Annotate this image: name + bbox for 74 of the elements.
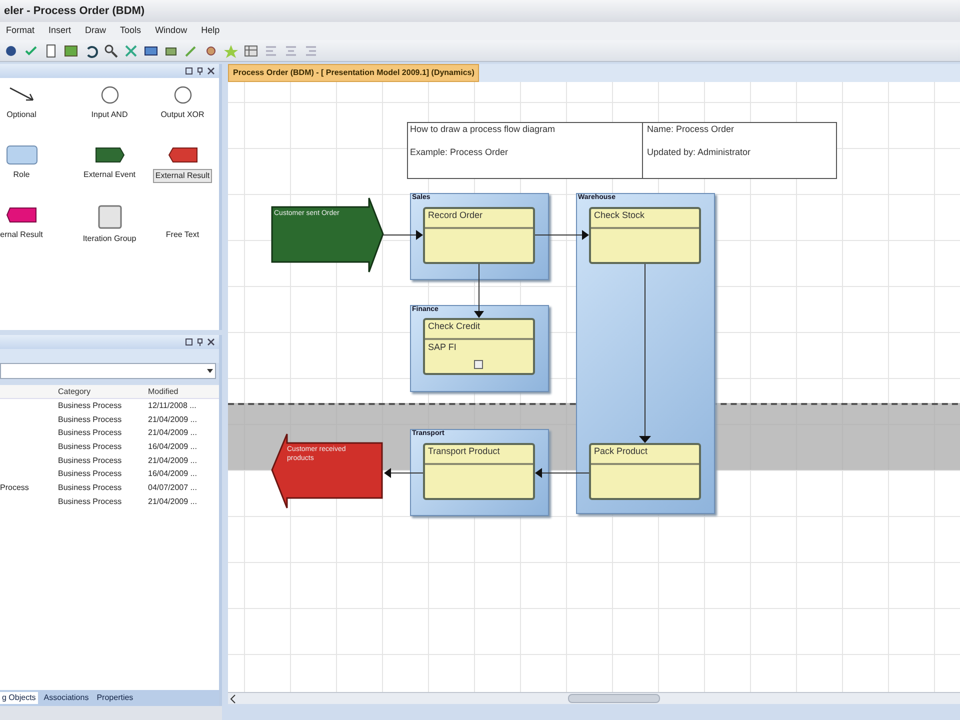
table-cell: 12/11/2008 ... (148, 400, 196, 412)
table-cell: 21/04/2009 ... (148, 496, 197, 508)
table-cell: 21/04/2009 ... (148, 427, 197, 440)
palette-item[interactable]: External Event (82, 169, 137, 181)
table-cell: 16/04/2009 ... (148, 468, 197, 480)
menu-item[interactable]: Help (201, 24, 220, 38)
table-cell-text: Business Process (58, 496, 123, 508)
close-icon[interactable] (207, 338, 215, 346)
connector-arrow (382, 230, 423, 240)
palette-item[interactable]: Output XOR (160, 109, 206, 121)
circle-icon (172, 84, 194, 106)
menu-item[interactable]: Window (155, 24, 188, 38)
restore-icon[interactable] (185, 338, 193, 346)
connector-arrow (535, 468, 590, 478)
table-cell-text: Business Process (58, 482, 123, 494)
document-icon[interactable] (44, 44, 58, 58)
activity-name: Check Credit (425, 320, 533, 340)
restore-icon[interactable] (185, 67, 193, 75)
title-block-text: How to draw a process flow diagram (410, 124, 556, 135)
panel-tab[interactable]: g Objects (0, 692, 38, 704)
circle-icon[interactable] (4, 44, 18, 58)
table-cell: 16/04/2009 ... (148, 440, 197, 453)
table-cell-text: Business Process (58, 427, 123, 440)
close-icon[interactable] (207, 67, 215, 75)
activity-name: Check Stock (591, 209, 699, 229)
title-block-text: Name: Process Order (647, 124, 736, 135)
palette-item[interactable]: ernal Result (0, 229, 44, 241)
activity-name: Pack Product (591, 445, 699, 465)
column-header[interactable]: Category (58, 386, 148, 398)
activity-system: SAP FI (427, 341, 458, 354)
table-cell-text: Business Process (58, 440, 123, 453)
table-cell: 21/04/2009 ... (148, 414, 197, 426)
connector-arrow (534, 230, 589, 240)
palette-item[interactable]: Role (12, 169, 31, 181)
check-icon[interactable] (24, 44, 38, 58)
table-cell: 21/04/2009 ... (148, 454, 197, 467)
activity-name: Record Order (425, 209, 533, 229)
panel-tab[interactable]: Properties (94, 692, 136, 704)
scroll-left-icon[interactable] (228, 694, 238, 704)
table-cell-text: Business Process (58, 400, 123, 412)
menu-item[interactable]: Insert (48, 24, 72, 38)
square-icon (96, 204, 122, 230)
pin-icon[interactable] (196, 67, 204, 75)
circle-icon (98, 84, 120, 106)
table-cell-text: Business Process (58, 454, 123, 467)
palette-item[interactable]: Iteration Group (82, 233, 138, 245)
palette-item[interactable]: Free Text (164, 229, 200, 241)
menu-item[interactable]: Tools (120, 24, 142, 38)
palette-item[interactable]: Optional (6, 109, 38, 121)
panel-tab[interactable]: Associations (42, 692, 91, 704)
star-icon[interactable] (224, 44, 238, 58)
connector-arrow (384, 468, 424, 478)
table-cell: 04/07/2007 ... (148, 482, 197, 494)
table-cell-text: Process (0, 482, 30, 494)
title-block-text: Updated by: Administrator (647, 147, 752, 158)
table-cell-text: Business Process (58, 468, 123, 480)
menu-item[interactable]: Format (6, 24, 35, 38)
expand-icon (474, 360, 483, 369)
cross-icon[interactable] (124, 44, 138, 58)
table-icon[interactable] (244, 44, 258, 58)
pin-icon[interactable] (196, 338, 204, 346)
window-title: eler - Process Order (BDM) (4, 4, 145, 19)
activity-name: Transport Product (425, 445, 533, 465)
column-header[interactable]: Modified (148, 386, 178, 398)
palette-item[interactable]: External Result (153, 169, 212, 183)
rounded-rectangle-icon (6, 144, 38, 166)
menu-item[interactable]: Draw (85, 24, 106, 38)
title-block-text: Example: Process Order (410, 147, 510, 158)
table-cell-text: Business Process (58, 414, 123, 426)
scroll-thumb[interactable] (568, 694, 660, 703)
document-tab[interactable]: Process Order (BDM) - [ Presentation Model 2009.1] (Dynamics) (228, 64, 480, 82)
connector-arrow (474, 264, 484, 318)
palette-item[interactable]: Input AND (90, 109, 129, 121)
search-icon[interactable] (104, 44, 118, 58)
